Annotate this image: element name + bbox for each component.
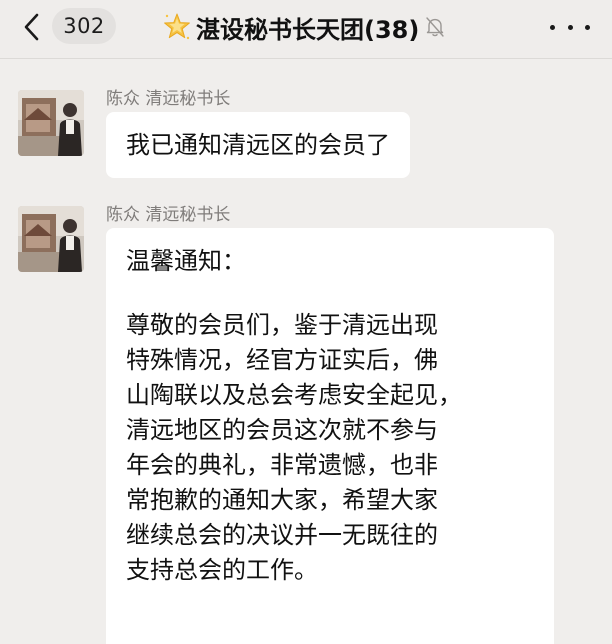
back-button[interactable] <box>14 12 48 42</box>
sender-name: 陈众 清远秘书长 <box>106 89 231 109</box>
chevron-left-icon <box>24 13 39 41</box>
sender-name: 陈众 清远秘书长 <box>106 205 231 225</box>
message-bubble[interactable]: 温馨通知： 尊敬的会员们，鉴于清远出现 特殊情况，经官方证实后，佛 山陶联以及总… <box>106 228 554 644</box>
message-line: 尊敬的会员们，鉴于清远出现 <box>126 311 438 339</box>
message-line: 常抱歉的通知大家，希望大家 <box>126 486 438 514</box>
chat-title: 湛设秘书长天团(38) <box>196 15 420 44</box>
glowing-star-icon <box>162 12 192 42</box>
message-line: 继续总会的决议并一无既往的 <box>126 521 438 549</box>
chat-header: 302 湛设秘书长天团(38) <box>0 0 612 58</box>
avatar[interactable] <box>18 206 84 272</box>
more-options-button[interactable] <box>550 14 590 40</box>
header-divider <box>0 58 612 59</box>
message-line: 支持总会的工作。 <box>126 556 318 584</box>
chat-title-group[interactable]: 湛设秘书长天团(38) <box>162 8 445 46</box>
message-line: 清远地区的会员这次就不参与 <box>126 416 438 444</box>
unread-count-badge[interactable]: 302 <box>52 8 116 44</box>
more-dots-icon <box>550 24 555 30</box>
bell-off-icon <box>425 16 445 38</box>
message-line: 山陶联以及总会考虑安全起见， <box>126 381 462 409</box>
message-line: 年会的典礼，非常遗憾，也非 <box>126 451 438 479</box>
message-line: 温馨通知： <box>126 247 246 275</box>
avatar[interactable] <box>18 90 84 156</box>
message-bubble[interactable]: 我已通知清远区的会员了 <box>106 112 410 178</box>
message-line: 特殊情况，经官方证实后，佛 <box>126 346 438 374</box>
